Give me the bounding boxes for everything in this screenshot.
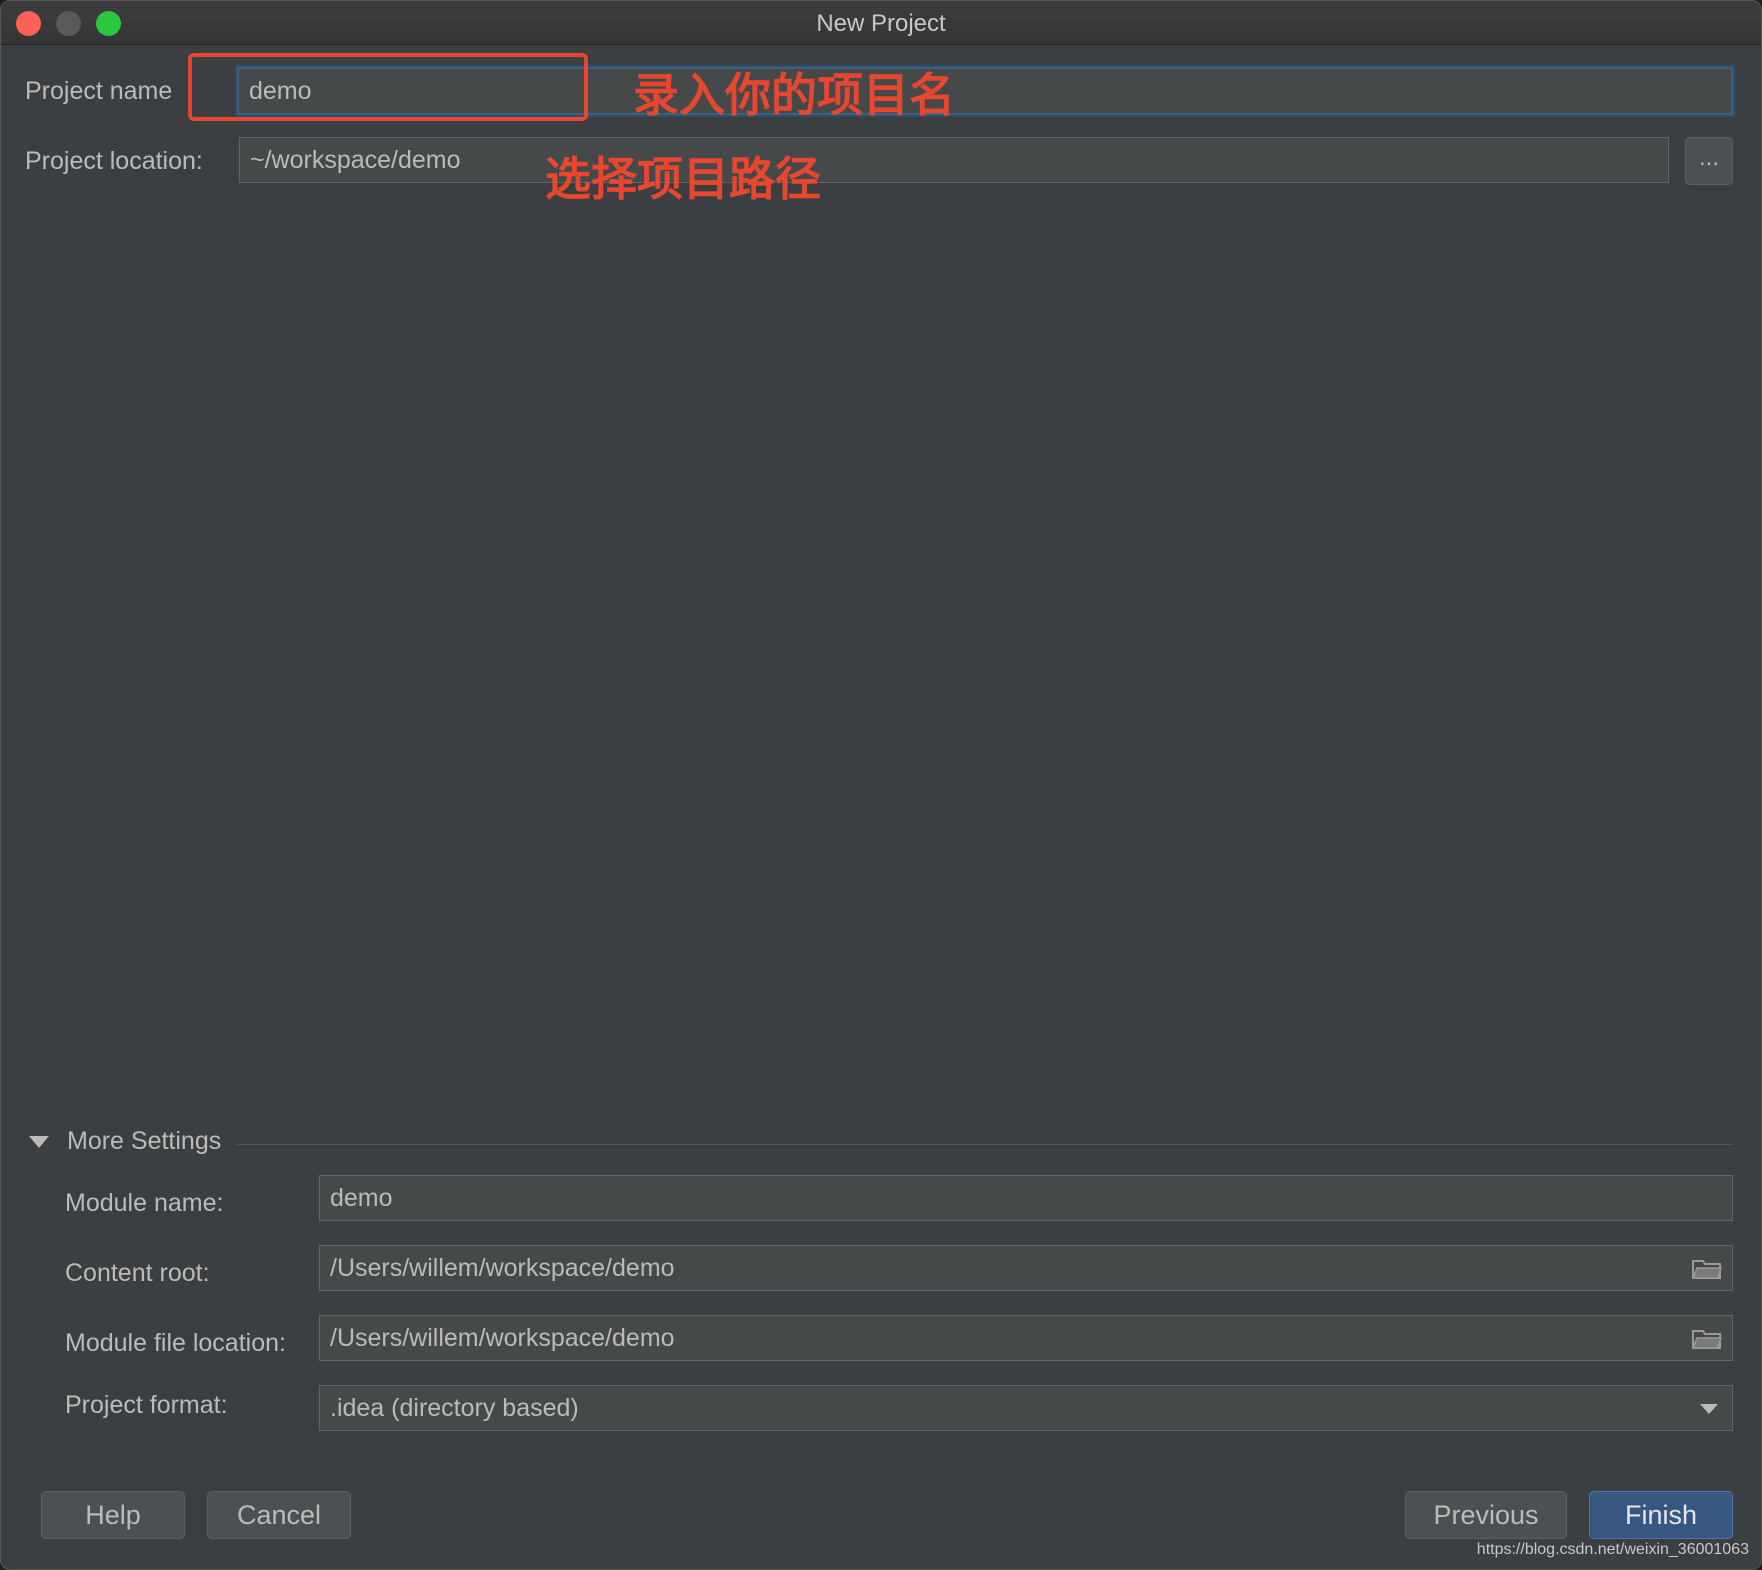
folder-icon[interactable] [1692,1258,1722,1280]
watermark-text: https://blog.csdn.net/weixin_36001063 [1476,1541,1749,1558]
content-root-input[interactable]: /Users/willem/workspace/demo [319,1245,1733,1291]
module-file-location-value: /Users/willem/workspace/demo [330,1323,675,1352]
window-title: New Project [816,10,946,37]
module-file-location-label: Module file location: [65,1329,286,1357]
annotation-project-name: 录入你的项目名 [633,69,955,121]
previous-button[interactable]: Previous [1405,1491,1567,1539]
content-root-value: /Users/willem/workspace/demo [330,1253,675,1282]
content-root-label: Content root: [65,1259,210,1287]
more-settings-title: More Settings [67,1127,222,1155]
project-format-label: Project format: [65,1391,228,1419]
more-settings-toggle[interactable]: More Settings [29,1127,221,1156]
dropdown-arrow-icon [1700,1404,1718,1414]
folder-icon[interactable] [1692,1328,1722,1350]
project-location-value: ~/workspace/demo [250,145,461,174]
collapse-triangle-icon [29,1135,49,1148]
project-name-label: Project name [25,77,173,105]
project-location-input[interactable]: ~/workspace/demo [239,137,1669,183]
help-button[interactable]: Help [41,1491,185,1539]
cancel-button[interactable]: Cancel [207,1491,351,1539]
project-format-select[interactable]: .idea (directory based) [319,1385,1733,1431]
new-project-window: New Project Project name demo Project lo… [0,0,1762,1570]
finish-button[interactable]: Finish [1589,1491,1733,1539]
title-bar[interactable]: New Project [1,1,1761,45]
browse-location-button[interactable]: ... [1685,137,1733,185]
more-settings-divider [237,1144,1733,1145]
module-name-label: Module name: [65,1189,224,1217]
module-file-location-input[interactable]: /Users/willem/workspace/demo [319,1315,1733,1361]
annotation-highlight-box [188,53,588,121]
module-name-value: demo [330,1183,393,1212]
module-name-input[interactable]: demo [319,1175,1733,1221]
annotation-project-location: 选择项目路径 [545,153,821,205]
project-format-value: .idea (directory based) [330,1393,579,1422]
project-location-label: Project location: [25,147,203,175]
